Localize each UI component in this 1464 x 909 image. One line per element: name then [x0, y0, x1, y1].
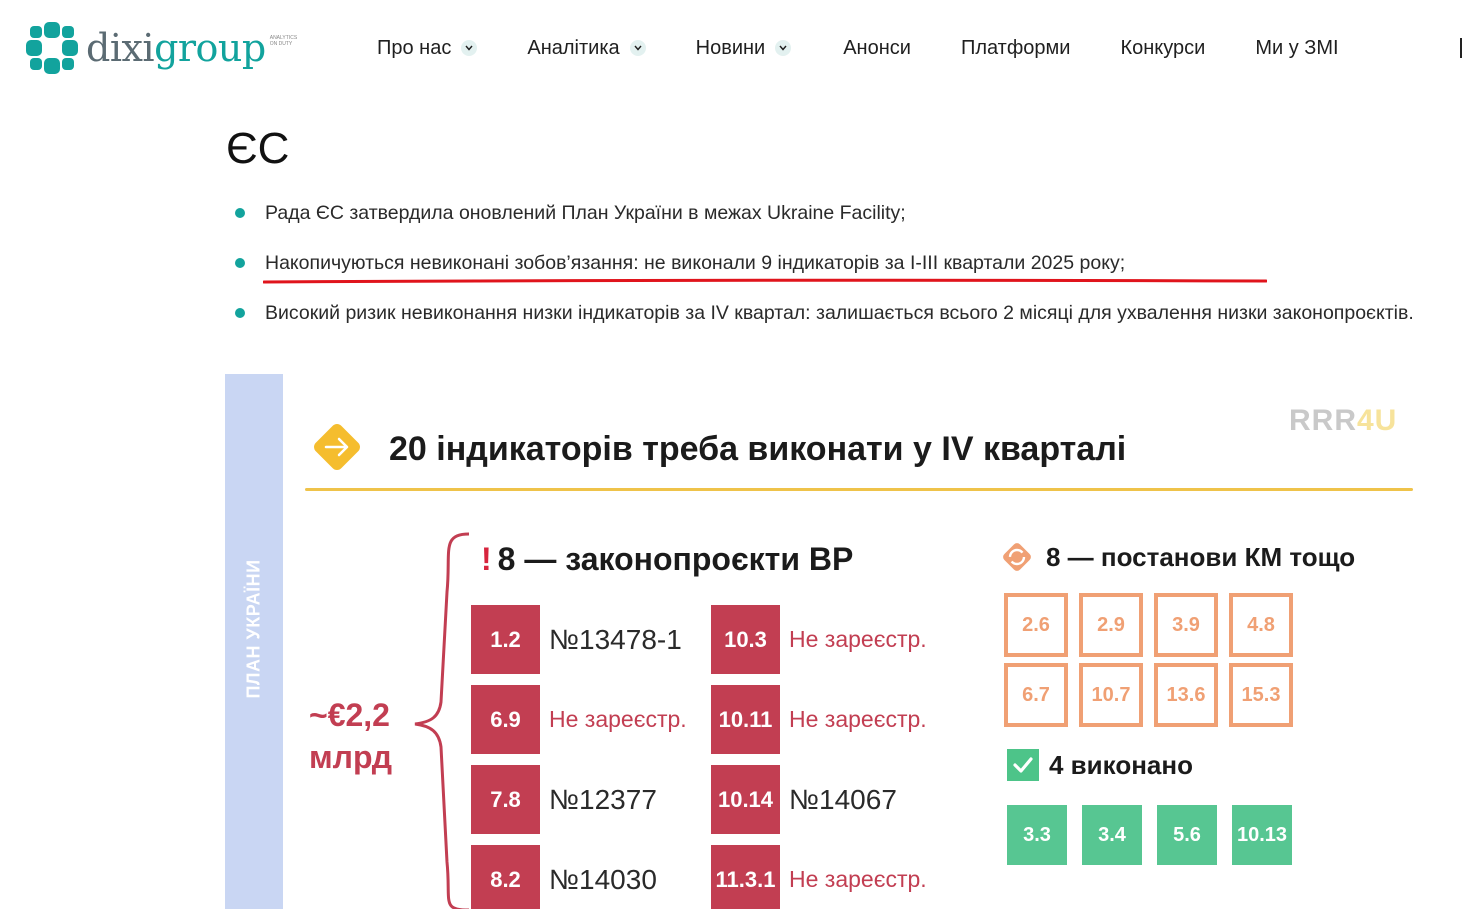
law-item: 10.3 Не зареєстр.	[711, 605, 927, 674]
nav-item-5[interactable]: Конкурси	[1120, 37, 1205, 60]
km-indicator-box: 13.6	[1154, 663, 1218, 727]
km-indicator-box: 6.7	[1004, 663, 1068, 727]
nav-item-0[interactable]: Про нас	[377, 36, 478, 60]
chevron-down-icon[interactable]	[775, 40, 792, 56]
brand-part-a: RRR	[1289, 404, 1357, 437]
km-indicator-box: 15.3	[1229, 663, 1293, 727]
nav-item-label: Новини	[695, 36, 766, 59]
nav-item-label: Платформи	[960, 36, 1071, 59]
law-item: 1.2 №13478-1	[471, 605, 682, 674]
km-indicator-box: 3.9	[1154, 593, 1218, 657]
main-nav: Про нас Аналітика Новини Анонси Платформи Кон…	[377, 35, 1339, 61]
law-status: №14067	[789, 783, 897, 815]
brand-part-b: 4U	[1357, 404, 1398, 437]
bullet-text: Рада ЄС затвердила оновлений План Україн…	[265, 202, 906, 224]
nav-item-6[interactable]: Ми у ЗМІ	[1255, 37, 1338, 60]
km-indicator-box: 10.7	[1079, 663, 1143, 727]
law-code: 7.8	[471, 765, 540, 834]
bullet-list: Рада ЄС затвердила оновлений План Україн…	[232, 198, 1452, 348]
law-status: №12377	[549, 783, 657, 815]
logo-tagline: analytics on duty	[269, 35, 298, 47]
page-title: ЄС	[226, 124, 290, 173]
law-code: 10.11	[711, 685, 780, 754]
logo-prefix: dixi	[86, 26, 155, 70]
infographic-sidebar: ПЛАН УКРАЇНИ	[225, 374, 283, 909]
bullet-item: Рада ЄС затвердила оновлений План Україн…	[232, 198, 1452, 228]
law-code: 10.3	[711, 605, 780, 674]
law-status: №14030	[549, 863, 657, 895]
law-status: Не зареєстр.	[789, 706, 927, 732]
laws-title-text: 8 — законопроєкти ВР	[497, 541, 854, 577]
nav-item-4[interactable]: Платформи	[961, 37, 1071, 60]
infographic-title: 20 індикаторів треба виконати у IV кварт…	[389, 430, 1127, 468]
dixigroup-logo[interactable]: dixigroup analytics on duty	[24, 20, 300, 76]
infographic: ПЛАН УКРАЇНИ 20 індикаторів треба викона…	[225, 374, 1440, 909]
nav-item-2[interactable]: Новини	[696, 37, 792, 60]
done-indicator-box: 3.3	[1007, 805, 1067, 865]
bullet-dot-icon	[235, 308, 245, 318]
nav-divider	[1460, 38, 1462, 58]
funding-amount: ~€2,2 млрд	[309, 694, 392, 778]
done-indicator-box: 5.6	[1157, 805, 1217, 865]
law-status: №13478-1	[549, 623, 682, 655]
km-indicator-box: 2.9	[1079, 593, 1143, 657]
nav-item-label: Анонси	[843, 36, 911, 59]
exclamation-icon: !	[481, 541, 492, 577]
rrr4u-logo: RRR4U	[1289, 404, 1397, 438]
law-status: Не зареєстр.	[549, 706, 687, 732]
law-code: 1.2	[471, 605, 540, 674]
km-indicator-box: 4.8	[1229, 593, 1293, 657]
nav-item-1[interactable]: Аналітика	[527, 36, 646, 60]
nav-item-label: Ми у ЗМІ	[1255, 36, 1339, 59]
logo-suffix: group	[154, 26, 266, 70]
sidebar-label: ПЛАН УКРАЇНИ	[243, 559, 264, 699]
law-item: 10.11 Не зареєстр.	[711, 685, 927, 754]
law-item: 10.14 №14067	[711, 765, 897, 834]
nav-item-label: Про нас	[377, 36, 452, 59]
arrow-right-icon	[314, 424, 360, 470]
logo-mark-icon	[26, 22, 78, 74]
nav-item-label: Аналітика	[527, 36, 620, 59]
km-indicator-box: 2.6	[1004, 593, 1068, 657]
laws-title: ! 8 — законопроєкти ВР	[481, 542, 881, 576]
amount-value: ~€2,2	[309, 697, 390, 733]
site-header: dixigroup analytics on duty Про нас Аналі…	[0, 0, 1464, 96]
done-indicator-box: 10.13	[1232, 805, 1292, 865]
law-status: Не зареєстр.	[789, 866, 927, 892]
law-code: 8.2	[471, 845, 540, 909]
done-title: 4 виконано	[1049, 750, 1193, 780]
red-underline-annotation	[263, 278, 1267, 284]
chevron-down-icon[interactable]	[629, 40, 646, 56]
law-item: 11.3.1 Не зареєстр.	[711, 845, 927, 909]
law-item: 6.9 Не зареєстр.	[471, 685, 687, 754]
checkmark-icon	[1007, 749, 1039, 781]
bullet-text: Накопичуються невиконані зобов’язання: н…	[265, 252, 1126, 274]
law-item: 7.8 №12377	[471, 765, 657, 834]
curly-brace-icon	[414, 532, 470, 909]
bullet-dot-icon	[235, 258, 245, 268]
bullet-item: Високий ризик невиконання низки індикато…	[232, 298, 1452, 328]
amount-unit: млрд	[309, 739, 393, 775]
law-code: 11.3.1	[711, 845, 780, 909]
law-status: Не зареєстр.	[789, 626, 927, 652]
logo-wordmark: dixigroup	[86, 29, 266, 67]
title-divider	[305, 488, 1413, 491]
nav-item-label: Конкурси	[1120, 36, 1206, 59]
bullet-dot-icon	[235, 208, 245, 218]
done-indicator-box: 3.4	[1082, 805, 1142, 865]
bullet-text: Високий ризик невиконання низки індикато…	[265, 302, 1414, 324]
km-title: 8 — постанови КМ тощо	[1046, 542, 1356, 572]
law-item: 8.2 №14030	[471, 845, 657, 909]
nav-item-3[interactable]: Анонси	[843, 37, 911, 60]
law-code: 6.9	[471, 685, 540, 754]
law-code: 10.14	[711, 765, 780, 834]
chevron-down-icon[interactable]	[461, 40, 478, 56]
bullet-item: Накопичуються невиконані зобов’язання: н…	[232, 248, 1452, 278]
refresh-icon	[1003, 543, 1031, 571]
